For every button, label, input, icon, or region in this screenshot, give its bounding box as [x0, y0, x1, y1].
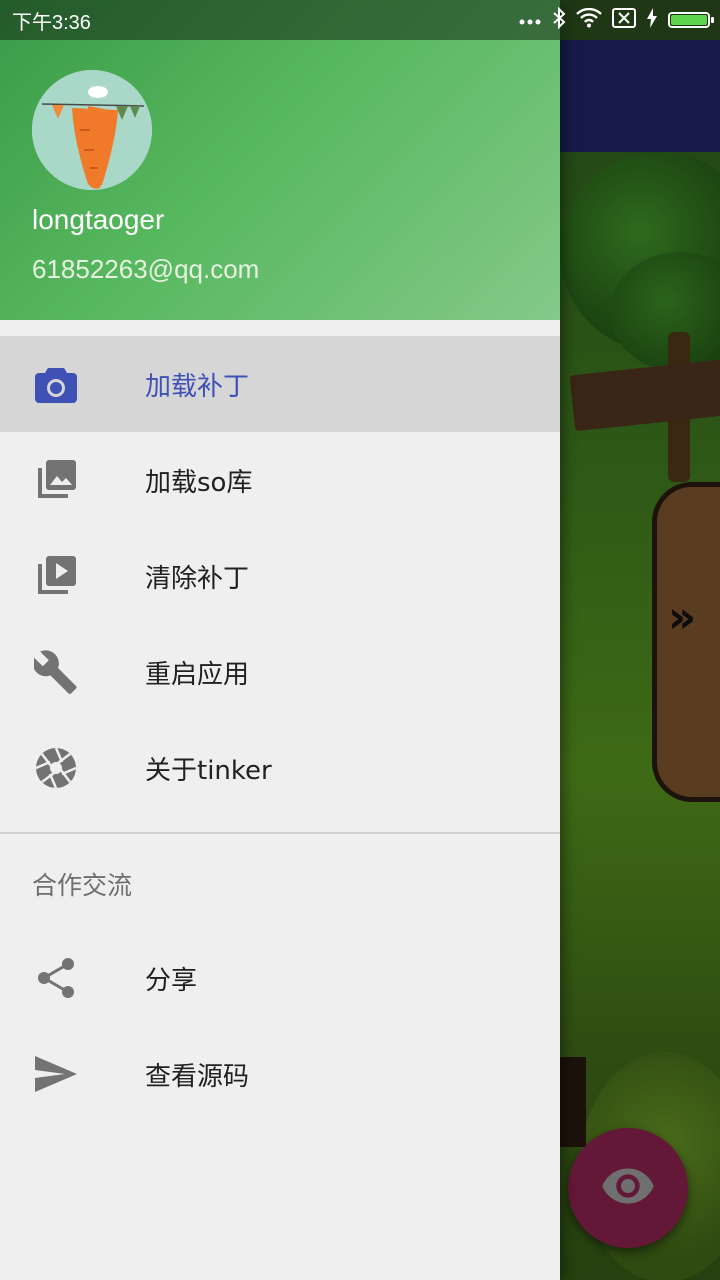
menu-item-label: 关于tinker — [145, 755, 272, 786]
fence-post — [560, 1057, 586, 1147]
user-name: longtaoger — [32, 204, 165, 235]
charging-bolt-icon — [646, 8, 658, 32]
aperture-icon — [34, 747, 78, 789]
status-time: 下午3:36 — [12, 11, 91, 34]
drawer-header: longtaoger 61852263@qq.com — [0, 0, 560, 320]
menu-item-restart-app[interactable]: 重启应用 — [0, 624, 560, 720]
wooden-fence — [569, 358, 720, 432]
fab-button[interactable] — [568, 1128, 688, 1248]
user-email: 61852263@qq.com — [32, 254, 260, 284]
sim-off-icon — [612, 8, 636, 32]
drawer-menu-secondary: 分享 查看源码 — [0, 930, 560, 1122]
send-icon — [34, 1054, 78, 1094]
menu-item-clear-patch[interactable]: 清除补丁 — [0, 528, 560, 624]
photo-library-icon — [34, 460, 78, 500]
video-library-icon — [34, 556, 78, 596]
menu-item-load-patch[interactable]: 加载补丁 — [0, 336, 560, 432]
status-icons — [518, 6, 714, 33]
menu-item-about-tinker[interactable]: 关于tinker — [0, 720, 560, 816]
status-bar: 下午3:36 — [0, 0, 720, 40]
wifi-icon — [576, 7, 602, 32]
carrot-avatar-icon — [32, 70, 152, 190]
drawer-menu: 加载补丁 加载so库 清除补丁 重启应用 关于tinker — [0, 336, 560, 816]
menu-item-load-so[interactable]: 加载so库 — [0, 432, 560, 528]
menu-item-label: 清除补丁 — [145, 563, 250, 594]
menu-item-view-source[interactable]: 查看源码 — [0, 1026, 560, 1122]
menu-item-label: 加载补丁 — [145, 371, 250, 402]
avatar[interactable] — [32, 70, 152, 190]
menu-item-label: 查看源码 — [145, 1061, 250, 1092]
eye-icon — [600, 1166, 656, 1210]
menu-item-label: 加载so库 — [145, 467, 253, 498]
battery-level — [671, 15, 707, 25]
menu-divider — [0, 832, 560, 834]
navigation-drawer: longtaoger 61852263@qq.com 加载补丁 加载so库 清除… — [0, 0, 560, 1280]
camera-icon — [34, 364, 78, 404]
section-title: 合作交流 — [32, 871, 133, 900]
menu-item-share[interactable]: 分享 — [0, 930, 560, 1026]
wrench-icon — [34, 650, 78, 694]
more-dots-icon — [518, 11, 542, 30]
share-icon — [34, 958, 78, 998]
bluetooth-icon — [552, 6, 566, 33]
menu-item-label: 重启应用 — [145, 659, 250, 690]
double-chevron-icon: ›› — [668, 592, 696, 643]
menu-item-label: 分享 — [145, 965, 198, 996]
battery-icon — [668, 12, 714, 28]
